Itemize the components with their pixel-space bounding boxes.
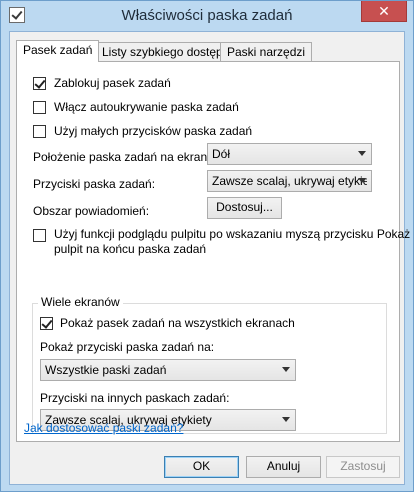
other-buttons-label: Przyciski na innych paskach zadań: <box>40 391 230 405</box>
show-buttons-on-label: Pokaż przyciski paska zadań na: <box>40 340 215 354</box>
dialog-client: Pasek zadań Listy szybkiego dostępu Pask… <box>9 31 410 485</box>
chevron-down-icon <box>358 178 366 183</box>
apply-button[interactable]: Zastosuj <box>326 456 400 478</box>
taskbar-buttons-select[interactable]: Zawsze scalaj, ukrywaj etykiety <box>207 170 372 192</box>
close-button[interactable]: ✕ <box>361 1 407 22</box>
tab-toolbars[interactable]: Paski narzędzi <box>220 42 313 61</box>
autohide-label[interactable]: Włącz autoukrywanie paska zadań <box>54 100 239 114</box>
lock-taskbar-checkbox[interactable] <box>33 77 46 90</box>
lock-taskbar-label[interactable]: Zablokuj pasek zadań <box>54 76 171 90</box>
tab-taskbar[interactable]: Pasek zadań <box>16 40 100 62</box>
autohide-checkbox[interactable] <box>33 101 46 114</box>
tab-jump-lists[interactable]: Listy szybkiego dostępu <box>95 42 237 61</box>
properties-window: Właściwości paska zadań ✕ Pasek zadań Li… <box>0 0 414 492</box>
multiple-displays-title: Wiele ekranów <box>38 295 123 309</box>
title-bar[interactable]: Właściwości paska zadań ✕ <box>1 1 413 31</box>
taskbar-location-value: Dół <box>212 147 231 161</box>
cancel-button[interactable]: Anuluj <box>246 456 321 478</box>
taskbar-tab-panel: Zablokuj pasek zadań Włącz autoukrywanie… <box>16 61 410 442</box>
peek-label-line2[interactable]: pulpit na końcu paska zadań <box>54 242 206 256</box>
ok-button[interactable]: OK <box>164 456 239 478</box>
taskbar-location-select[interactable]: Dół <box>207 143 372 165</box>
taskbar-buttons-label: Przyciski paska zadań: <box>33 177 156 191</box>
help-link[interactable]: Jak dostosować paski zadań? <box>24 421 183 435</box>
peek-checkbox[interactable] <box>33 229 46 242</box>
small-buttons-checkbox[interactable] <box>33 125 46 138</box>
customize-button[interactable]: Dostosuj... <box>207 197 282 219</box>
taskbar-location-label: Położenie paska zadań na ekranie: <box>33 150 220 164</box>
taskbar-buttons-value: Zawsze scalaj, ukrywaj etykiety <box>212 174 367 188</box>
chevron-down-icon <box>282 367 290 372</box>
chevron-down-icon <box>358 151 366 156</box>
small-buttons-label[interactable]: Użyj małych przycisków paska zadań <box>54 124 252 138</box>
show-buttons-on-value: Wszystkie paski zadań <box>45 363 167 377</box>
notification-area-label: Obszar powiadomień: <box>33 204 150 218</box>
peek-label-line1[interactable]: Użyj funkcji podglądu pulpitu po wskazan… <box>54 227 410 241</box>
window-title: Właściwości paska zadań <box>121 7 293 24</box>
show-all-displays-checkbox[interactable] <box>40 317 53 330</box>
show-buttons-on-select[interactable]: Wszystkie paski zadań <box>40 359 296 381</box>
show-all-displays-label[interactable]: Pokaż pasek zadań na wszystkich ekranach <box>60 316 295 330</box>
chevron-down-icon <box>282 417 290 422</box>
